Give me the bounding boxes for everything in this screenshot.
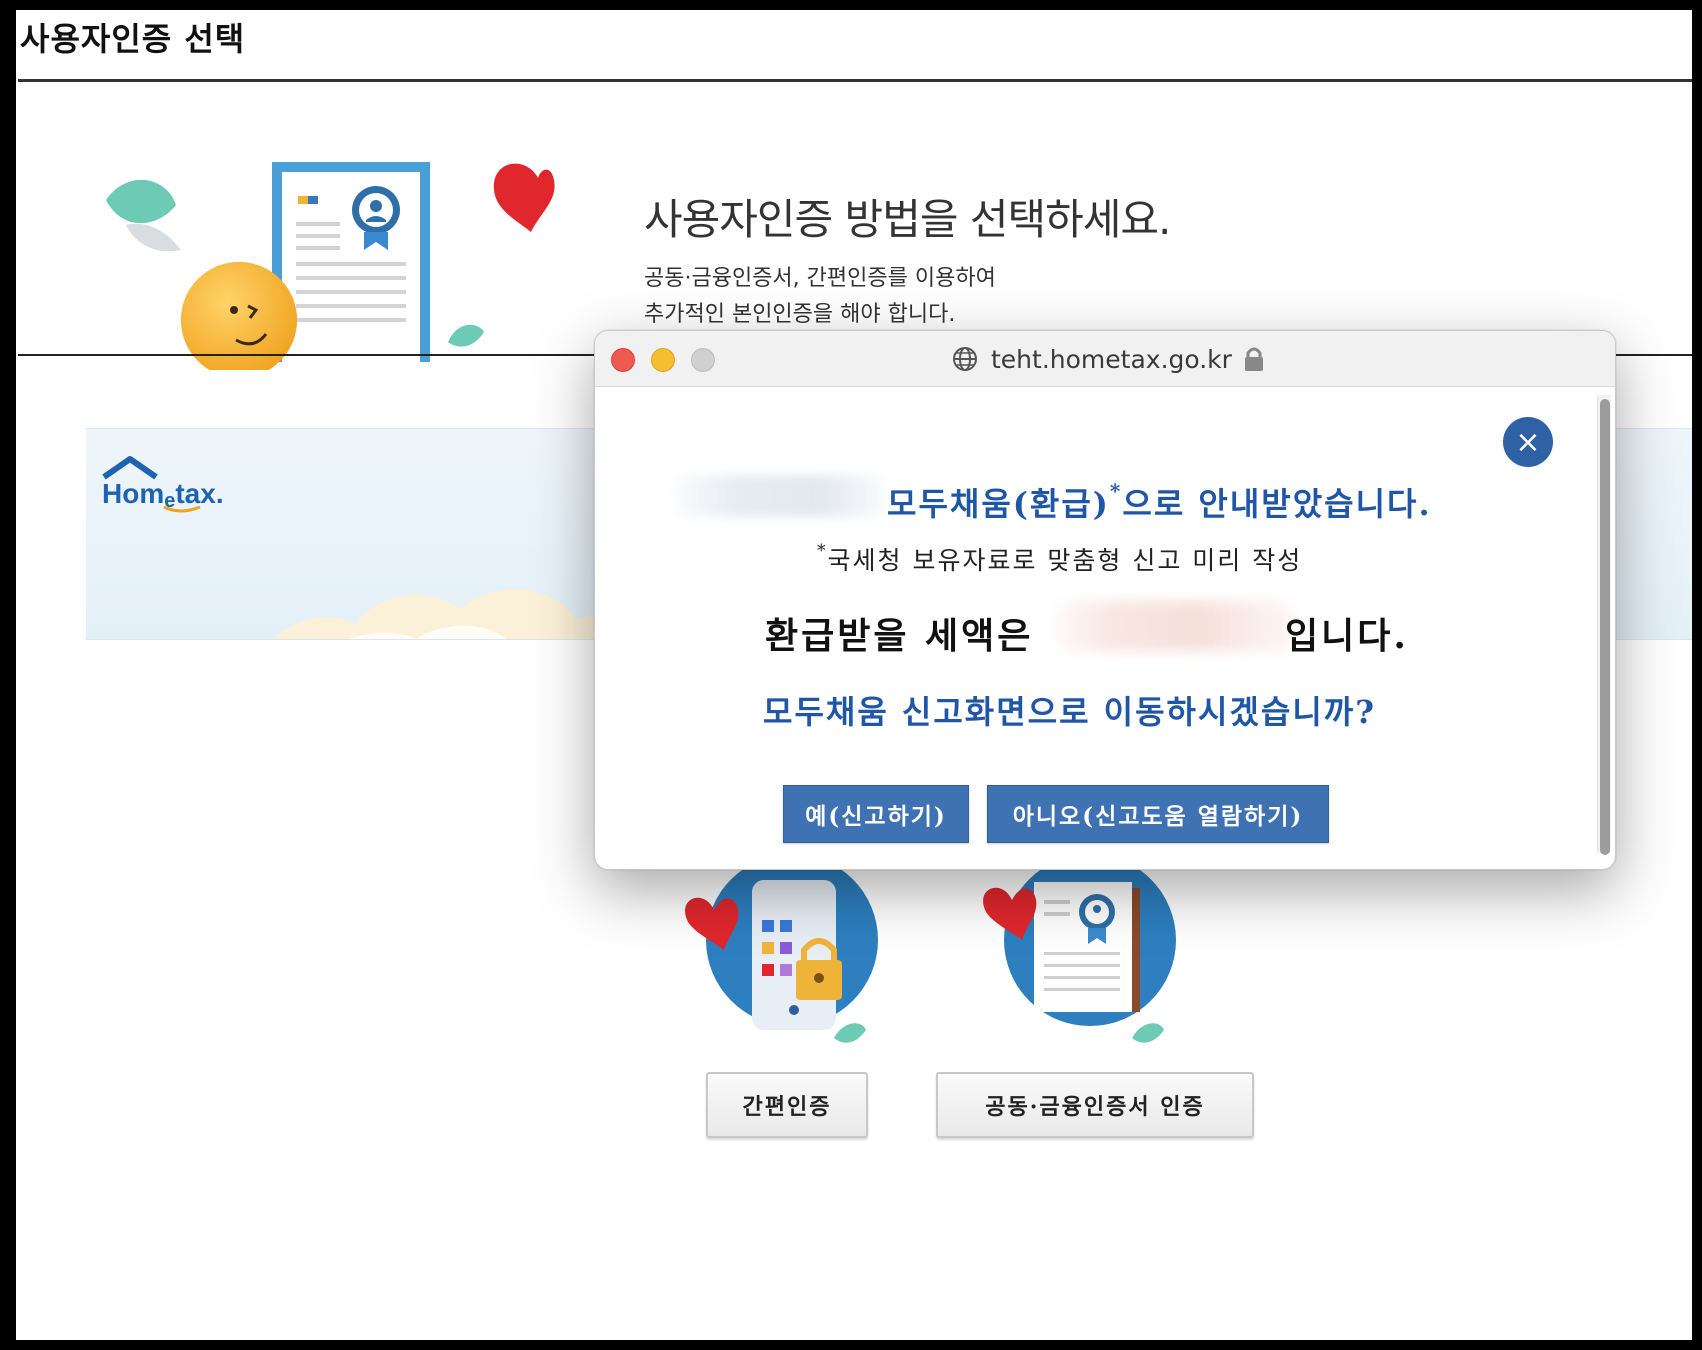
logo-text-tax: tax. — [175, 478, 223, 509]
redacted-refund-amount — [1055, 601, 1295, 651]
hero-description-1: 공동·금융인증서, 간편인증를 이용하여 — [644, 266, 996, 291]
close-window-button[interactable] — [611, 348, 635, 372]
hero-headline: 사용자인증 방법을 선택하세요. — [644, 195, 1171, 244]
guidance-type: 모두채움(환급) — [887, 485, 1110, 523]
certificate-auth-button[interactable]: 공동·금융인증서 인증 — [936, 1072, 1254, 1138]
popup-titlebar: teht.hometax.go.kr — [595, 331, 1615, 387]
title-divider — [18, 79, 1692, 82]
footnote-star: * — [1109, 479, 1123, 503]
certificate-illustration — [106, 162, 555, 370]
url-text: teht.hometax.go.kr — [991, 344, 1232, 374]
footnote-body: 국세청 보유자료로 맞춤형 신고 미리 작성 — [827, 546, 1303, 575]
navigate-question: 모두채움 신고화면으로 이동하시겠습니까? — [763, 693, 1376, 731]
globe-icon — [953, 347, 977, 371]
simple-auth-button[interactable]: 간편인증 — [706, 1072, 868, 1138]
guidance-suffix: 으로 안내받았습니다. — [1122, 485, 1432, 523]
footnote-star: * — [817, 541, 828, 561]
logo-text-hom: Hom — [102, 478, 164, 509]
address-bar[interactable]: teht.hometax.go.kr — [951, 343, 1264, 375]
redacted-name — [675, 475, 885, 517]
footnote-text: *국세청 보유자료로 맞춤형 신고 미리 작성 — [817, 541, 1302, 577]
leaf-icon — [106, 179, 176, 224]
simple-auth-illustration — [685, 860, 878, 1043]
page-title: 사용자인증 선택 — [20, 20, 246, 58]
house-roof-icon: Hometax. — [102, 456, 224, 513]
guidance-message: 모두채움(환급)*으로 안내받았습니다. — [887, 479, 1432, 525]
heart-icon — [493, 163, 555, 232]
no-view-help-button[interactable]: 아니오(신고도움 열람하기) — [987, 785, 1329, 843]
yes-file-button[interactable]: 예(신고하기) — [783, 785, 969, 843]
svg-text:Hometax.: Hometax. — [102, 478, 224, 512]
popup-scrollbar[interactable] — [1597, 395, 1611, 855]
hometax-logo: Hometax. — [100, 455, 250, 515]
close-icon[interactable]: × — [1503, 417, 1553, 467]
popup-window: teht.hometax.go.kr × 모두채움(환급)*으로 안내받았습니다… — [594, 330, 1616, 870]
refund-amount-label: 환급받을 세액은 — [765, 615, 1034, 657]
hero-description-2: 추가적인 본인인증을 해야 합니다. — [644, 302, 956, 327]
lock-icon — [1244, 347, 1263, 371]
refund-amount-suffix: 입니다. — [1285, 615, 1409, 657]
certificate-auth-illustration — [983, 860, 1176, 1043]
minimize-window-button[interactable] — [651, 348, 675, 372]
zoom-window-button[interactable] — [691, 348, 715, 372]
popup-content: × 모두채움(환급)*으로 안내받았습니다. *국세청 보유자료로 맞춤형 신고… — [595, 387, 1595, 869]
scrollbar-thumb[interactable] — [1600, 399, 1610, 855]
